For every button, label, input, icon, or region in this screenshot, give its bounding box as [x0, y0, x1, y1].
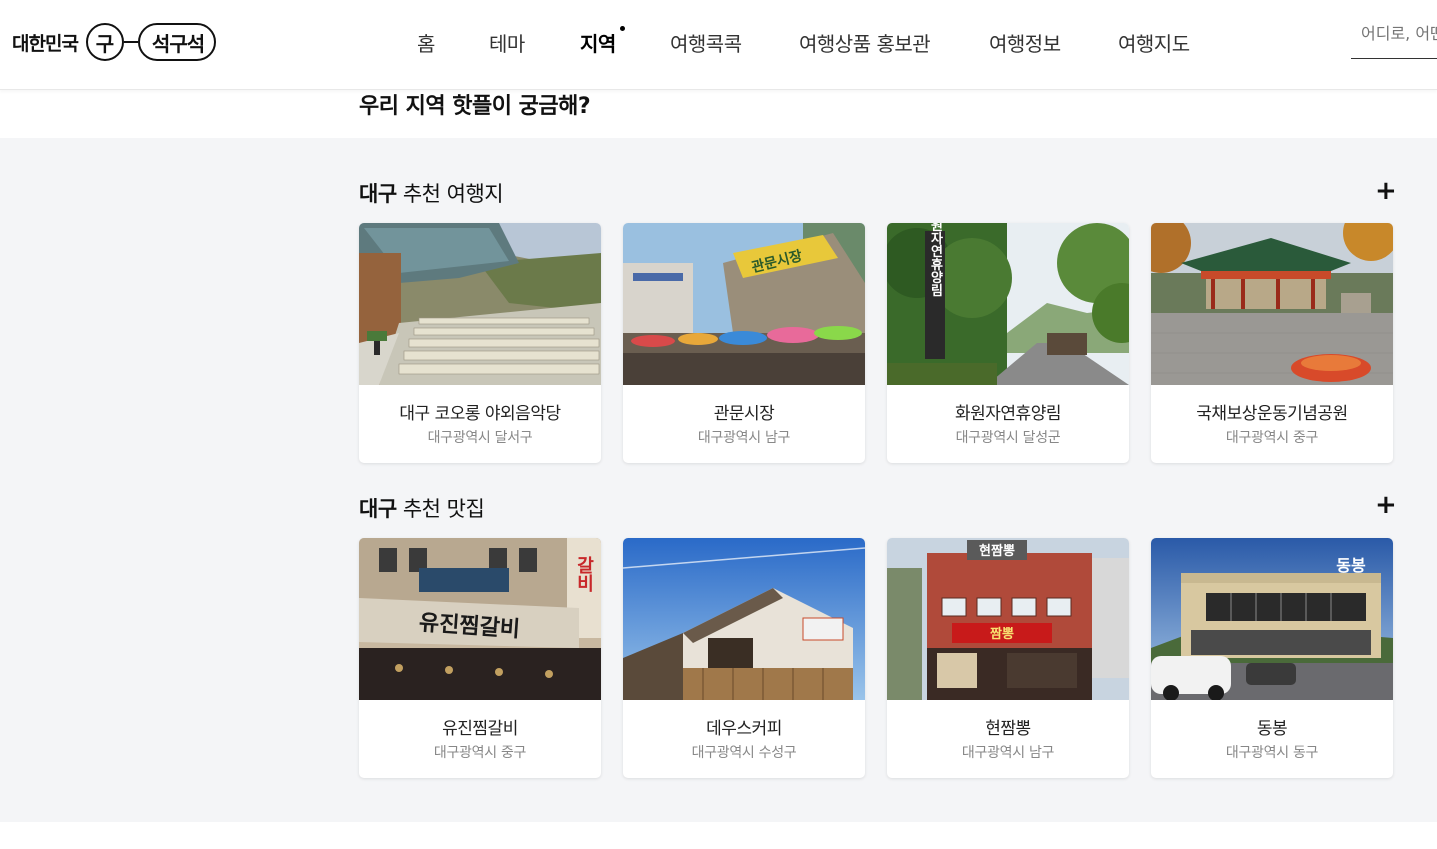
- card-image: [1151, 223, 1393, 385]
- logo-circle: 구: [85, 23, 124, 61]
- site-header: 대한민국 구 석구석 홈 테마 지역 여행콕콕 여행상품 홍보관 여행정보 여행…: [0, 0, 1437, 90]
- attraction-card[interactable]: 관문시장 관문시장 대구광역시 남구: [623, 223, 865, 463]
- card-title: 현짬뽕: [985, 719, 1031, 739]
- restaurant-card[interactable]: 동봉 동봉 대구광역시 동구: [1151, 538, 1393, 778]
- dongbong-sign-text: 동봉: [1336, 556, 1366, 575]
- section-title-text: 추천 여행지: [396, 182, 504, 206]
- nav-home[interactable]: 홈: [417, 28, 435, 57]
- attraction-card[interactable]: 화원자연휴양림 화원자연휴양림 대구광역시 달성군: [887, 223, 1129, 463]
- card-image: 갈비 유진찜갈비: [359, 538, 601, 700]
- nav-travel-info[interactable]: 여행정보: [989, 28, 1061, 57]
- logo-prefix: 대한민국: [12, 32, 79, 55]
- restaurant-card[interactable]: 갈비 유진찜갈비 유진찜갈비 대구광역시 중구: [359, 538, 601, 778]
- hyeon-sign-text: 현짬뽕: [979, 543, 1015, 559]
- card-title: 국채보상운동기념공원: [1196, 404, 1348, 424]
- section-region: 대구: [359, 182, 397, 206]
- search-box: [1351, 14, 1437, 59]
- section-title-restaurants: 대구 추천 맛집: [359, 493, 485, 523]
- card-title: 대구 코오롱 야외음악당: [399, 404, 561, 424]
- nav-theme[interactable]: 테마: [489, 28, 525, 57]
- section-question: 우리 지역 핫플이 궁금해?: [359, 94, 591, 119]
- card-location: 대구광역시 동구: [1225, 745, 1319, 761]
- card-title: 관문시장: [713, 404, 775, 424]
- card-image: 화원자연휴양림: [887, 223, 1129, 385]
- restaurant-card[interactable]: 현짬뽕 짬뽕 현짬뽕 대구광역시 남구: [887, 538, 1129, 778]
- section-title-text: 추천 맛집: [396, 497, 485, 521]
- nav-region-label: 지역: [580, 32, 616, 56]
- nav-travel-map[interactable]: 여행지도: [1118, 28, 1190, 57]
- card-image: [623, 538, 865, 700]
- card-location: 대구광역시 달서구: [427, 430, 533, 446]
- card-location: 대구광역시 수성구: [691, 745, 797, 761]
- card-title: 데우스커피: [706, 719, 782, 739]
- card-title: 화원자연휴양림: [955, 404, 1061, 424]
- jjambbong-sign-text: 짬뽕: [990, 626, 1014, 642]
- card-location: 대구광역시 달성군: [955, 430, 1061, 446]
- card-location: 대구광역시 중구: [1225, 430, 1319, 446]
- section-title-attractions: 대구 추천 여행지: [359, 178, 504, 208]
- more-restaurants-button[interactable]: +: [1375, 492, 1397, 518]
- card-location: 대구광역시 남구: [697, 430, 791, 446]
- more-attractions-button[interactable]: +: [1375, 178, 1397, 204]
- card-title: 동봉: [1256, 719, 1288, 739]
- forest-sign-text: 화원자연휴양림: [928, 223, 943, 298]
- section-region: 대구: [359, 497, 397, 521]
- active-dot: [619, 26, 625, 31]
- card-image: 현짬뽕 짬뽕: [887, 538, 1129, 700]
- site-logo[interactable]: 대한민국 구 석구석: [12, 22, 217, 62]
- search-input[interactable]: [1351, 14, 1437, 43]
- card-location: 대구광역시 남구: [961, 745, 1055, 761]
- restaurant-card[interactable]: 데우스커피 대구광역시 수성구: [623, 538, 865, 778]
- nav-region[interactable]: 지역: [580, 26, 625, 57]
- logo-connector: [123, 41, 138, 43]
- card-image: 관문시장: [623, 223, 865, 385]
- nav-travel-products[interactable]: 여행상품 홍보관: [799, 28, 931, 57]
- attraction-card[interactable]: 국채보상운동기념공원 대구광역시 중구: [1151, 223, 1393, 463]
- galbi-vertical-text: 갈비: [574, 555, 595, 593]
- nav-travel-cokcok[interactable]: 여행콕콕: [670, 28, 742, 57]
- card-location: 대구광역시 중구: [433, 745, 527, 761]
- attraction-card[interactable]: 대구 코오롱 야외음악당 대구광역시 달서구: [359, 223, 601, 463]
- card-image: [359, 223, 601, 385]
- card-title: 유진찜갈비: [442, 719, 518, 739]
- logo-pill: 석구석: [137, 23, 217, 61]
- card-image: 동봉: [1151, 538, 1393, 700]
